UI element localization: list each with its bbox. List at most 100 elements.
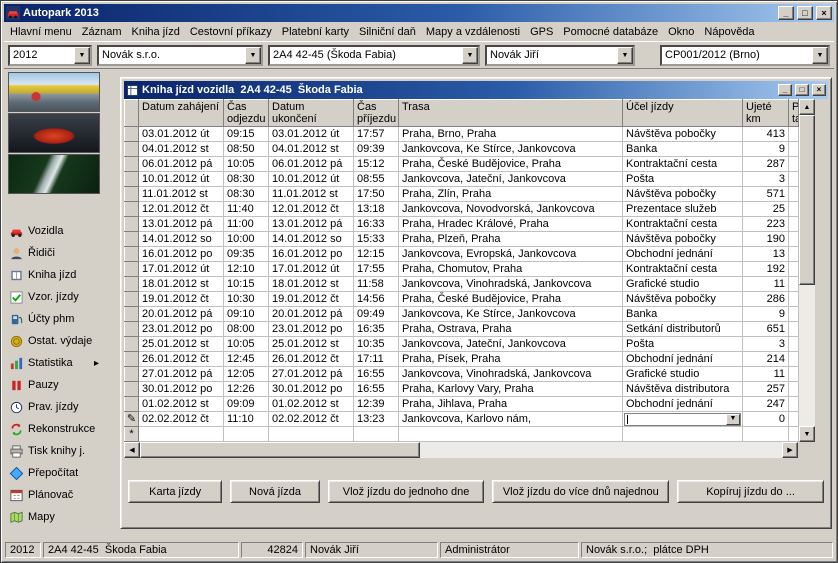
cell-start-date[interactable]: 03.01.2012 út (139, 127, 224, 142)
table-row[interactable]: * (125, 427, 799, 442)
scroll-left-icon[interactable]: ◀ (124, 442, 140, 458)
cell-purpose[interactable]: Setkání distributorů (623, 322, 743, 337)
cell-distance-km[interactable]: 192 (743, 262, 789, 277)
cell-start-date[interactable]: 16.01.2012 po (139, 247, 224, 262)
cell-distance-km[interactable]: 3 (743, 172, 789, 187)
table-row[interactable]: 10.01.2012 út 08:30 10.01.2012 út 08:55 … (125, 172, 799, 187)
cell-odometer-start[interactable] (789, 322, 799, 337)
cell-departure-time[interactable]: 10:05 (224, 157, 269, 172)
menu-item-hlavni-menu[interactable]: Hlavní menu (5, 24, 77, 40)
row-selector[interactable] (125, 367, 139, 382)
column-header-purpose[interactable]: Účel jízdy (623, 100, 743, 127)
table-row[interactable]: 25.01.2012 st 10:05 25.01.2012 st 10:35 … (125, 337, 799, 352)
cell-start-date[interactable]: 12.01.2012 čt (139, 202, 224, 217)
cell-end-date[interactable]: 12.01.2012 čt (269, 202, 354, 217)
cell-purpose[interactable]: Obchodní jednání (623, 247, 743, 262)
cell-start-date[interactable]: 17.01.2012 út (139, 262, 224, 277)
row-selector[interactable] (125, 157, 139, 172)
cell-purpose[interactable]: Návštěva pobočky (623, 127, 743, 142)
cell-distance-km[interactable]: 214 (743, 352, 789, 367)
dropdown-arrow-icon[interactable]: ▼ (726, 414, 740, 425)
table-row[interactable]: 13.01.2012 pá 11:00 13.01.2012 pá 16:33 … (125, 217, 799, 232)
cell-distance-km[interactable]: 11 (743, 367, 789, 382)
company-select-combo[interactable]: Novák s.r.o. ▼ (97, 45, 263, 66)
cell-arrival-time[interactable]: 09:39 (354, 142, 399, 157)
dropdown-arrow-icon[interactable]: ▼ (245, 47, 261, 64)
doc-close-button[interactable]: × (812, 84, 826, 96)
sidebar-item-vzor-jizdy[interactable]: Vzor. jízdy (7, 286, 101, 308)
row-selector[interactable] (125, 202, 139, 217)
table-row[interactable]: 16.01.2012 po 09:35 16.01.2012 po 12:15 … (125, 247, 799, 262)
menu-item-mapy-a-vzdalenosti[interactable]: Mapy a vzdálenosti (421, 24, 525, 40)
cell-departure-time[interactable]: 11:00 (224, 217, 269, 232)
cell-departure-time[interactable]: 10:15 (224, 277, 269, 292)
cell-departure-time[interactable]: 12:05 (224, 367, 269, 382)
cell-odometer-start[interactable] (789, 382, 799, 397)
cell-arrival-time[interactable]: 17:11 (354, 352, 399, 367)
menu-item-zaznam[interactable]: Záznam (77, 24, 127, 40)
horizontal-scrollbar[interactable]: ◀ ▶ (124, 442, 798, 458)
sidebar-item-rekonstrukce[interactable]: Rekonstrukce (7, 418, 101, 440)
cell-distance-km[interactable]: 0 (743, 412, 789, 427)
table-row[interactable]: 11.01.2012 st 08:30 11.01.2012 st 17:50 … (125, 187, 799, 202)
driver-select-combo[interactable]: Novák Jiří ▼ (485, 45, 635, 66)
row-selector[interactable] (125, 172, 139, 187)
cell-arrival-time[interactable]: 13:18 (354, 202, 399, 217)
table-row[interactable]: 03.01.2012 út 09:15 03.01.2012 út 17:57 … (125, 127, 799, 142)
cell-odometer-start[interactable] (789, 292, 799, 307)
cell-route[interactable]: Jankovcova, Evropská, Jankovcova (399, 247, 623, 262)
cell-distance-km[interactable]: 9 (743, 142, 789, 157)
trip-card-button[interactable]: Karta jízdy (128, 480, 222, 503)
cell-route[interactable]: Jankovcova, Novodvorská, Jankovcova (399, 202, 623, 217)
cell-start-date[interactable]: 26.01.2012 čt (139, 352, 224, 367)
cell-end-date[interactable]: 03.01.2012 út (269, 127, 354, 142)
cell-route[interactable]: Praha, Karlovy Vary, Praha (399, 382, 623, 397)
cell-distance-km[interactable]: 25 (743, 202, 789, 217)
cell-purpose[interactable]: Obchodní jednání (623, 397, 743, 412)
dropdown-arrow-icon[interactable]: ▼ (74, 47, 90, 64)
cell-odometer-start[interactable] (789, 217, 799, 232)
cell-route[interactable]: Praha, Ostrava, Praha (399, 322, 623, 337)
cell-purpose[interactable]: Návštěva distributora (623, 382, 743, 397)
cell-arrival-time[interactable]: 16:35 (354, 322, 399, 337)
cell-purpose[interactable]: Kontraktační cesta (623, 157, 743, 172)
cell-end-date[interactable]: 27.01.2012 pá (269, 367, 354, 382)
doc-minimize-button[interactable]: _ (778, 84, 792, 96)
cell-distance-km[interactable]: 286 (743, 292, 789, 307)
cell-start-date[interactable]: 04.01.2012 st (139, 142, 224, 157)
vertical-scrollbar[interactable]: ▲ ▼ (799, 99, 815, 442)
cell-start-date[interactable]: 06.01.2012 pá (139, 157, 224, 172)
cell-start-date[interactable]: 14.01.2012 so (139, 232, 224, 247)
cell-distance-km[interactable]: 3 (743, 337, 789, 352)
vehicle-select-combo[interactable]: 2A4 42-45 (Škoda Fabia) ▼ (268, 45, 480, 66)
cell-end-date[interactable]: 23.01.2012 po (269, 322, 354, 337)
row-selector[interactable]: * (125, 427, 139, 442)
row-selector[interactable] (125, 307, 139, 322)
cell-route[interactable]: Jankovcova, Vinohradská, Jankovcova (399, 277, 623, 292)
cell-odometer-start[interactable] (789, 157, 799, 172)
insert-trip-single-day-button[interactable]: Vlož jízdu do jednoho dne (328, 480, 485, 503)
cell-odometer-start[interactable] (789, 427, 799, 442)
sidebar-item-pauzy[interactable]: Pauzy (7, 374, 101, 396)
cell-odometer-start[interactable] (789, 367, 799, 382)
cell-route[interactable]: Praha, České Budějovice, Praha (399, 157, 623, 172)
table-row[interactable]: ✎ 02.02.2012 čt 11:10 02.02.2012 čt 13:2… (125, 412, 799, 427)
cell-end-date[interactable]: 25.01.2012 st (269, 337, 354, 352)
cell-departure-time[interactable]: 12:45 (224, 352, 269, 367)
cell-departure-time[interactable]: 10:00 (224, 232, 269, 247)
cell-departure-time[interactable]: 09:10 (224, 307, 269, 322)
table-row[interactable]: 06.01.2012 pá 10:05 06.01.2012 pá 15:12 … (125, 157, 799, 172)
cell-purpose[interactable]: Návštěva pobočky (623, 187, 743, 202)
sidebar-item-statistika[interactable]: Statistika ▸ (7, 352, 101, 374)
cell-purpose[interactable]: Pošta (623, 337, 743, 352)
row-selector[interactable] (125, 217, 139, 232)
cell-departure-time[interactable]: 12:26 (224, 382, 269, 397)
cell-odometer-start[interactable] (789, 127, 799, 142)
sidebar-item-prepocitat[interactable]: Přepočítat (7, 462, 101, 484)
sidebar-item-vozidla[interactable]: Vozidla (7, 220, 101, 242)
sidebar-item-ostat-vydaje[interactable]: Ostat. výdaje (7, 330, 101, 352)
menu-item-cestovni-prikazy[interactable]: Cestovní příkazy (185, 24, 277, 40)
cell-purpose[interactable]: Návštěva pobočky (623, 232, 743, 247)
cell-end-date[interactable]: 06.01.2012 pá (269, 157, 354, 172)
cell-distance-km[interactable]: 247 (743, 397, 789, 412)
